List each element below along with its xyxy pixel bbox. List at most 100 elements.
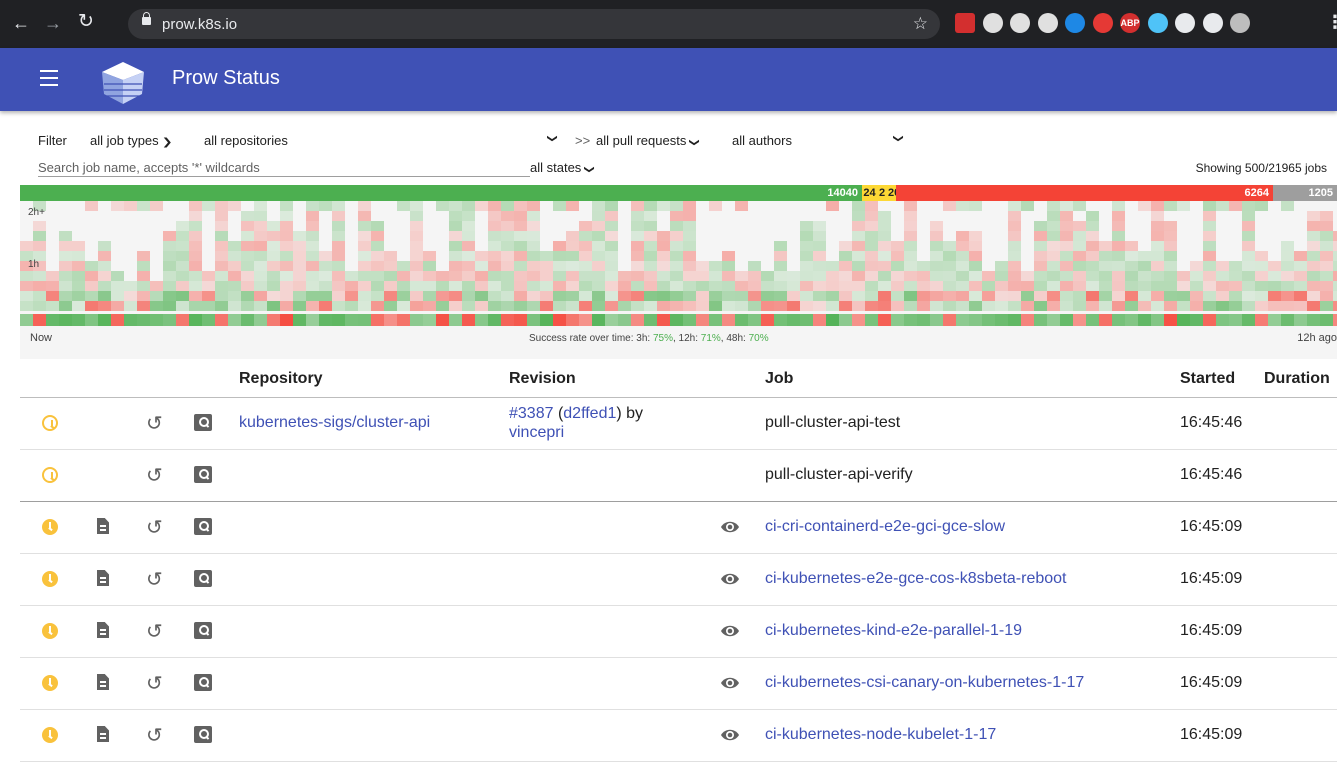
state-select[interactable]: all states ❯: [530, 160, 596, 175]
spyglass-icon[interactable]: [194, 674, 212, 691]
col-started: Started: [1180, 370, 1236, 387]
pending-clock-icon: [42, 519, 58, 535]
bookmark-star-icon[interactable]: ☆: [913, 14, 928, 34]
started-time: 16:45:46: [1180, 414, 1243, 431]
col-repository: Repository: [239, 370, 323, 387]
eye-icon[interactable]: [720, 571, 740, 587]
state-segment[interactable]: 20: [887, 185, 900, 201]
state-segment[interactable]: 14040: [20, 185, 862, 201]
pending-clock-icon: [42, 623, 58, 639]
job-name: pull-cluster-api-verify: [765, 466, 913, 483]
build-log-icon[interactable]: [97, 518, 109, 534]
duration-heatmap[interactable]: [20, 201, 1337, 326]
y-label-top: 2h+: [28, 207, 45, 218]
repository-link[interactable]: kubernetes-sigs/cluster-api: [239, 414, 430, 432]
avatar-icon[interactable]: [1230, 13, 1250, 33]
state-segment[interactable]: 1205: [1273, 185, 1337, 201]
build-log-icon[interactable]: [97, 726, 109, 742]
rerun-icon[interactable]: ↻: [146, 723, 163, 748]
extension-icon[interactable]: [1092, 13, 1113, 33]
pending-clock-icon: [42, 415, 58, 431]
eye-icon[interactable]: [720, 727, 740, 743]
pending-clock-icon: [42, 727, 58, 743]
extension-icon[interactable]: [1065, 13, 1085, 33]
job-histogram: 14040 24 2 20 6264 1205 2h+ 1h Now Success ra…: [20, 185, 1337, 359]
col-duration: Duration: [1264, 370, 1330, 387]
table-header: Repository Revision Job Started Duration: [20, 359, 1337, 398]
extension-icon[interactable]: [1037, 13, 1058, 33]
spyglass-icon[interactable]: [194, 466, 212, 483]
job-count: Showing 500/21965 jobs: [1195, 161, 1327, 175]
chevron-down-icon: ❯: [892, 134, 904, 143]
col-revision: Revision: [509, 370, 576, 387]
author-select[interactable]: all authors ❯: [732, 133, 912, 148]
puzzle-icon[interactable]: [1175, 13, 1195, 33]
eye-icon[interactable]: [720, 623, 740, 639]
rerun-icon[interactable]: ↻: [146, 411, 163, 436]
eye-icon[interactable]: [720, 519, 740, 535]
chevron-down-icon: ❯: [584, 165, 596, 174]
author-link[interactable]: vincepri: [509, 424, 564, 441]
spyglass-icon[interactable]: [194, 622, 212, 639]
address-bar[interactable]: prow.k8s.io ☆: [128, 9, 940, 39]
prow-logo: [102, 62, 144, 104]
job-type-select[interactable]: all job types ❯: [90, 133, 172, 148]
pending-clock-icon: [42, 571, 58, 587]
job-search-input[interactable]: [38, 158, 530, 177]
pr-link[interactable]: #3387: [509, 405, 554, 422]
table-row: ↻ kubernetes-sigs/cluster-api #3387 (d2ffe…: [20, 398, 1337, 450]
pending-clock-icon: [42, 675, 58, 691]
job-name[interactable]: ci-kubernetes-e2e-gce-cos-k8sbeta-reboot: [765, 570, 1066, 588]
chevron-down-icon: ❯: [689, 138, 701, 147]
job-name[interactable]: ci-cri-containerd-e2e-gci-gce-slow: [765, 518, 1005, 536]
pending-clock-icon: [42, 467, 58, 483]
pull-request-select[interactable]: all pull requests ❯: [596, 133, 701, 148]
state-segment[interactable]: 2: [877, 185, 887, 201]
build-log-icon[interactable]: [97, 570, 109, 586]
cast-icon[interactable]: [1202, 13, 1223, 33]
profile-icon[interactable]: [982, 13, 1003, 33]
table-row: ↻ ci-kubernetes-e2e-gce-cos-k8sbeta-reboo…: [20, 554, 1337, 606]
job-name[interactable]: ci-kubernetes-node-kubelet-1-17: [765, 726, 996, 744]
spyglass-icon[interactable]: [194, 518, 212, 535]
rerun-icon[interactable]: ↻: [146, 671, 163, 696]
started-time: 16:45:09: [1180, 622, 1243, 639]
extension-icon[interactable]: [1010, 13, 1030, 33]
rerun-icon[interactable]: ↻: [146, 515, 163, 540]
extension-icon[interactable]: [1147, 13, 1168, 33]
forward-icon[interactable]: →: [44, 14, 62, 32]
lastpass-icon[interactable]: [955, 13, 975, 33]
back-icon[interactable]: ←: [12, 14, 30, 32]
url-text: prow.k8s.io: [162, 16, 238, 33]
state-summary-bar[interactable]: 14040 24 2 20 6264 1205: [20, 185, 1337, 201]
reload-icon[interactable]: ↻: [78, 12, 94, 31]
abp-icon[interactable]: ABP: [1120, 13, 1140, 33]
table-row: ↻ pull-cluster-api-verify 16:45:46: [20, 450, 1337, 502]
rerun-icon[interactable]: ↻: [146, 619, 163, 644]
menu-icon[interactable]: [40, 70, 58, 86]
build-log-icon[interactable]: [97, 674, 109, 690]
started-time: 16:45:09: [1180, 570, 1243, 587]
spyglass-icon[interactable]: [194, 570, 212, 587]
commit-link[interactable]: d2ffed1: [563, 405, 616, 422]
rerun-icon[interactable]: ↻: [146, 567, 163, 592]
y-label-mid: 1h: [28, 259, 40, 270]
state-segment[interactable]: 24: [862, 185, 877, 201]
spyglass-icon[interactable]: [194, 726, 212, 743]
eye-icon[interactable]: [720, 675, 740, 691]
menu-dots-icon[interactable]: ⋮: [1326, 13, 1337, 31]
repository-select[interactable]: all repositories ❯: [204, 133, 558, 148]
revision-cell: #3387 (d2ffed1) by vincepri: [509, 405, 644, 441]
spyglass-icon[interactable]: [194, 414, 212, 431]
table-row: ↻ ci-cri-containerd-e2e-gci-gce-slow 16:45…: [20, 502, 1337, 554]
success-rate: Success rate over time: 3h: 75%, 12h: 71…: [529, 333, 769, 344]
table-row: ↻ ci-kubernetes-node-kubelet-1-17 16:45:09: [20, 710, 1337, 762]
job-name[interactable]: ci-kubernetes-kind-e2e-parallel-1-19: [765, 622, 1022, 640]
app-bar: Prow Status: [0, 48, 1337, 111]
state-segment[interactable]: 6264: [896, 185, 1273, 201]
build-log-icon[interactable]: [97, 622, 109, 638]
job-name[interactable]: ci-kubernetes-csi-canary-on-kubernetes-1…: [765, 674, 1084, 692]
rerun-icon[interactable]: ↻: [146, 463, 163, 488]
app-title: Prow Status: [172, 67, 280, 89]
job-name: pull-cluster-api-test: [765, 414, 901, 431]
